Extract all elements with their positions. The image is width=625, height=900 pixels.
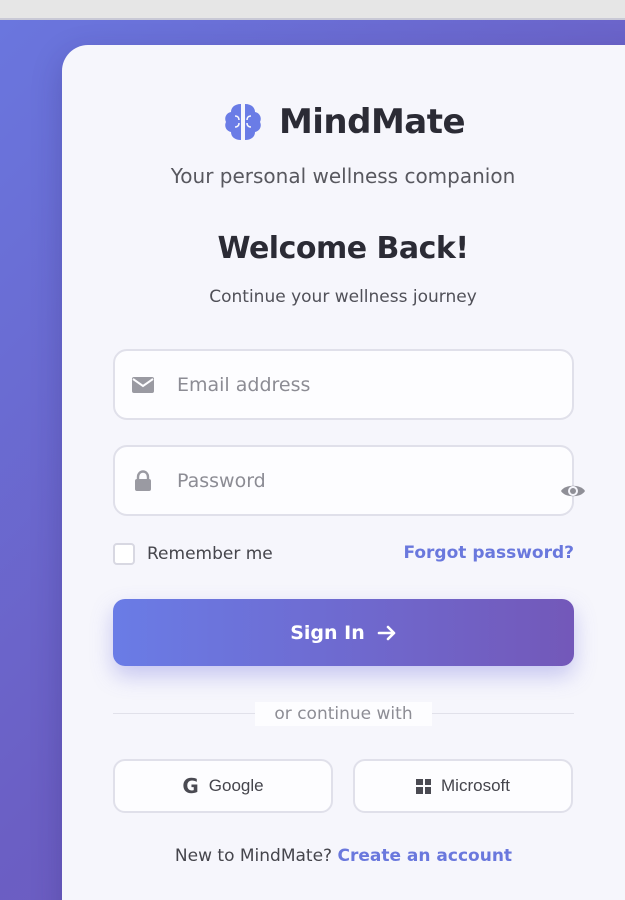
remember-checkbox[interactable] [113,543,135,565]
page-subtitle: Continue your wellness journey [209,287,477,307]
envelope-icon [132,377,154,393]
remember-me[interactable]: Remember me [113,543,273,565]
email-input[interactable] [177,365,557,405]
browser-top-bar [0,0,625,20]
brand-header: MindMate [0,100,625,144]
google-login-button[interactable]: G Google [113,759,333,813]
email-field [113,349,574,420]
microsoft-login-button[interactable]: Microsoft [353,759,573,813]
signup-prompt: New to MindMate? Create an account [113,846,574,866]
signup-prompt-text: New to MindMate? [174,846,333,866]
page-title: Welcome Back! [217,231,469,266]
sign-in-button[interactable]: Sign In [113,599,574,666]
lock-icon [135,470,151,491]
sign-in-label: Sign In [290,621,365,644]
forgot-password-link[interactable]: Forgot password? [395,543,574,563]
create-account-link[interactable]: Create an account [337,846,512,866]
brain-icon [225,104,261,140]
arrow-right-icon [377,625,396,640]
microsoft-label: Microsoft [441,776,510,795]
google-icon: G [182,774,199,798]
password-input[interactable] [177,461,557,501]
divider-text: or continue with [255,702,432,726]
app-name: MindMate [278,102,466,142]
remember-label: Remember me [147,544,273,564]
password-field [113,445,574,516]
app-tagline: Your personal wellness companion [170,164,516,188]
google-label: Google [208,776,264,795]
microsoft-icon [416,778,432,794]
eye-icon[interactable] [560,480,586,502]
